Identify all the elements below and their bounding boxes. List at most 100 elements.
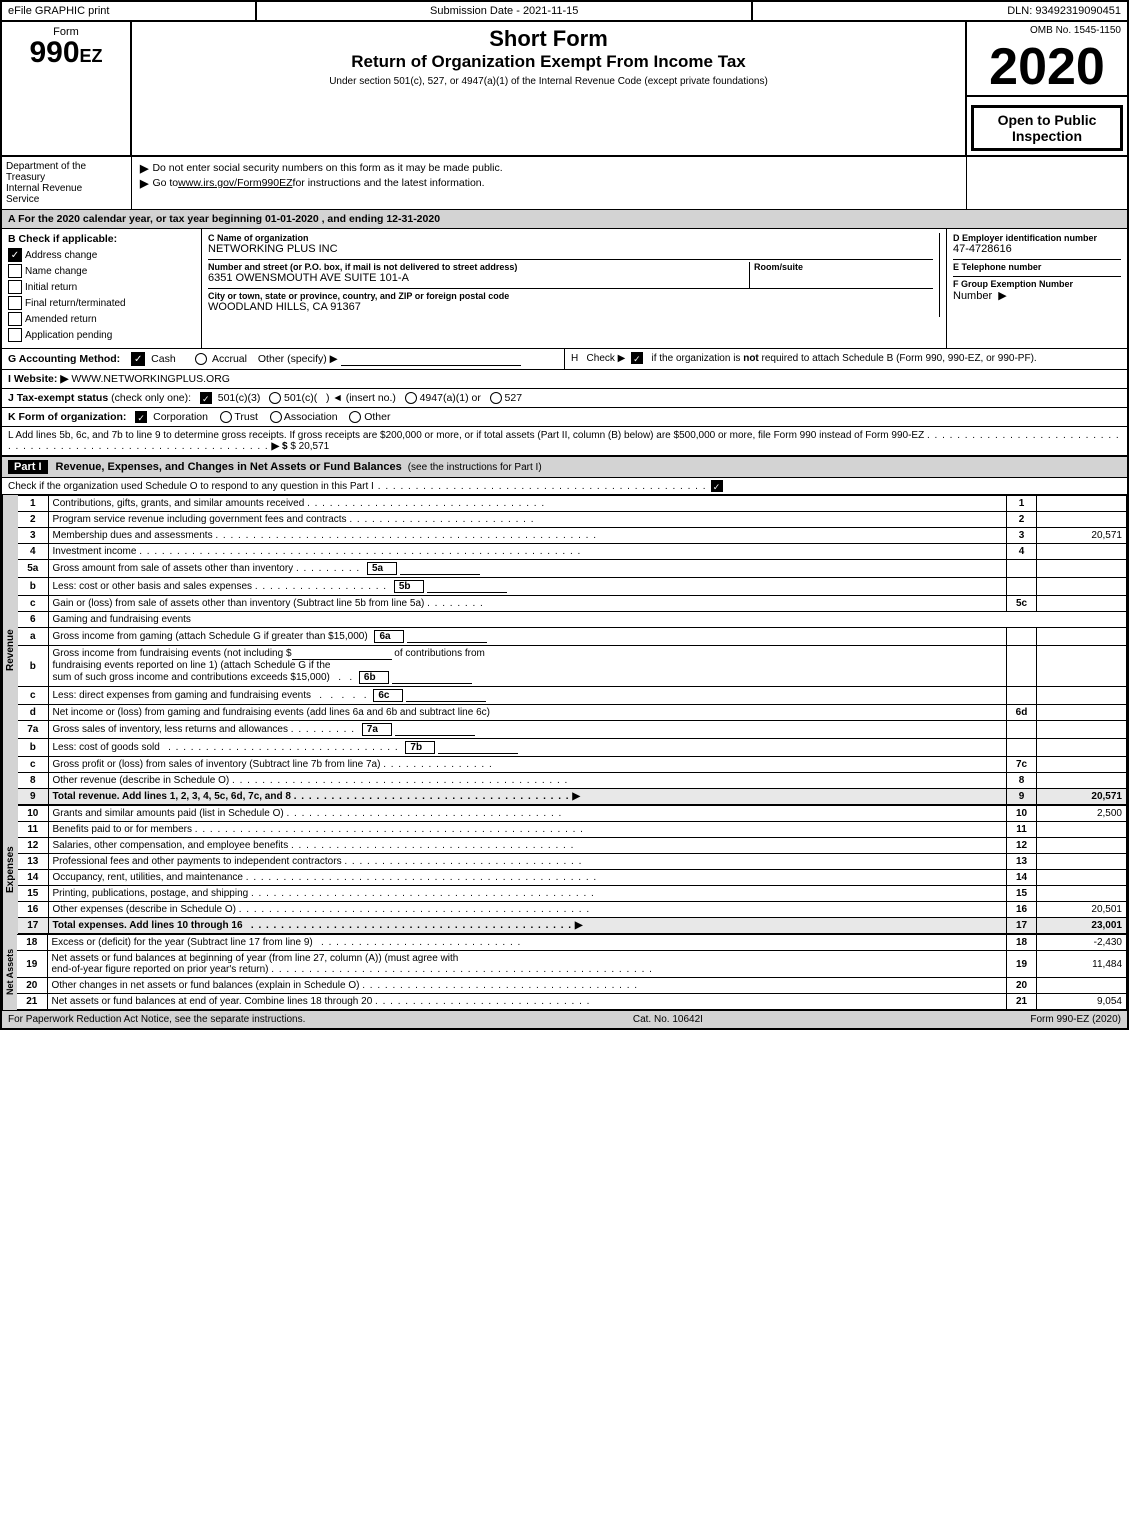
line-right-17: 17 <box>1007 918 1037 934</box>
accrual-radio[interactable] <box>195 353 207 365</box>
line-right-6a <box>1007 628 1037 646</box>
section-l-text: L Add lines 5b, 6c, and 7b to line 9 to … <box>8 430 924 441</box>
top-bar: eFile GRAPHIC print Submission Date - 20… <box>2 2 1127 22</box>
line-num-6b: b <box>18 646 48 687</box>
name-change-checkbox[interactable] <box>8 264 22 278</box>
line-value-6c <box>1037 687 1127 705</box>
k-corp-checkbox[interactable]: ✓ <box>135 411 147 423</box>
table-row: 14 Occupancy, rent, utilities, and maint… <box>18 870 1127 886</box>
footer-center: Cat. No. 10642I <box>633 1014 703 1025</box>
line-value-7b <box>1037 739 1127 757</box>
address-change-checkbox[interactable]: ✓ <box>8 248 22 262</box>
net-assets-section: Net Assets 18 Excess or (deficit) for th… <box>2 934 1127 1010</box>
cb-initial-return[interactable]: Initial return <box>8 280 195 294</box>
line-num-20: 20 <box>17 978 47 994</box>
line-desc-6: Gaming and fundraising events <box>48 612 1127 628</box>
line-num-1: 1 <box>18 496 48 512</box>
amended-return-checkbox[interactable] <box>8 312 22 326</box>
group-label: F Group Exemption Number <box>953 279 1121 289</box>
line-value-10: 2,500 <box>1037 806 1127 822</box>
line-right-16: 16 <box>1007 902 1037 918</box>
section-g-content: G Accounting Method: ✓ Cash Accrual Othe… <box>2 349 565 369</box>
tel-label: E Telephone number <box>953 262 1121 272</box>
table-row: 10 Grants and similar amounts paid (list… <box>18 806 1127 822</box>
line-desc-12: Salaries, other compensation, and employ… <box>48 838 1007 854</box>
line-num-5b: b <box>18 578 48 596</box>
section-k-row: K Form of organization: ✓ Corporation Tr… <box>2 408 1127 427</box>
footer-right: Form 990-EZ (2020) <box>1030 1014 1121 1025</box>
cash-label: Cash <box>151 353 176 365</box>
table-row: a Gross income from gaming (attach Sched… <box>18 628 1127 646</box>
cb-name-change[interactable]: Name change <box>8 264 195 278</box>
line-value-16: 20,501 <box>1037 902 1127 918</box>
line-num-21: 21 <box>17 994 47 1010</box>
instr-row-1: ▶ Do not enter social security numbers o… <box>140 162 958 175</box>
open-inspection-text: Open to Public Inspection <box>971 105 1123 151</box>
table-row: 16 Other expenses (describe in Schedule … <box>18 902 1127 918</box>
section-j-row: J Tax-exempt status (check only one): ✓ … <box>2 389 1127 408</box>
line-value-11 <box>1037 822 1127 838</box>
line-num-7c: c <box>18 757 48 773</box>
section-bc: B Check if applicable: ✓ Address change … <box>2 229 1127 349</box>
final-return-label: Final return/terminated <box>25 298 126 309</box>
line-value-7c <box>1037 757 1127 773</box>
table-row: b Gross income from fundraising events (… <box>18 646 1127 687</box>
table-row: b Less: cost of goods sold . . . . . . .… <box>18 739 1127 757</box>
k-assoc-radio[interactable] <box>270 411 282 423</box>
line-right-9: 9 <box>1007 789 1037 805</box>
section-b: B Check if applicable: ✓ Address change … <box>2 229 202 348</box>
j-4947-radio[interactable] <box>405 392 417 404</box>
line-value-17: 23,001 <box>1037 918 1127 934</box>
application-pending-checkbox[interactable] <box>8 328 22 342</box>
table-row: 20 Other changes in net assets or fund b… <box>17 978 1127 994</box>
tax-year-row: A For the 2020 calendar year, or tax yea… <box>2 210 1127 229</box>
section-k-text: K Form of organization: ✓ Corporation Tr… <box>8 411 390 423</box>
j-527-radio[interactable] <box>490 392 502 404</box>
initial-return-checkbox[interactable] <box>8 280 22 294</box>
table-row: b Less: cost or other basis and sales ex… <box>18 578 1127 596</box>
table-row: 21 Net assets or fund balances at end of… <box>17 994 1127 1010</box>
line-desc-17: Total expenses. Add lines 10 through 16 … <box>48 918 1007 934</box>
line-right-21: 21 <box>1007 994 1037 1010</box>
line-right-20: 20 <box>1007 978 1037 994</box>
line-num-15: 15 <box>18 886 48 902</box>
footer: For Paperwork Reduction Act Notice, see … <box>2 1010 1127 1028</box>
part1-check-dots: . . . . . . . . . . . . . . . . . . . . … <box>378 481 707 492</box>
section-g-cash-item[interactable]: ✓ Cash <box>131 353 178 365</box>
header-center: Short Form Return of Organization Exempt… <box>132 22 967 155</box>
cb-address-change[interactable]: ✓ Address change <box>8 248 195 262</box>
line-desc-8: Other revenue (describe in Schedule O) .… <box>48 773 1007 789</box>
k-other-radio[interactable] <box>349 411 361 423</box>
website-value: WWW.NETWORKINGPLUS.ORG <box>71 373 230 385</box>
header-subtitle: Under section 501(c), 527, or 4947(a)(1)… <box>140 76 957 87</box>
revenue-table: 1 Contributions, gifts, grants, and simi… <box>18 495 1127 805</box>
final-return-checkbox[interactable] <box>8 296 22 310</box>
j-501c-radio[interactable] <box>269 392 281 404</box>
line-desc-20: Other changes in net assets or fund bala… <box>47 978 1007 994</box>
line-right-10: 10 <box>1007 806 1037 822</box>
form-number: 990 <box>29 38 79 68</box>
line-num-17: 17 <box>18 918 48 934</box>
table-row: c Less: direct expenses from gaming and … <box>18 687 1127 705</box>
address-change-label: Address change <box>25 250 97 261</box>
k-trust-radio[interactable] <box>220 411 232 423</box>
section-g-accrual-item[interactable]: Accrual <box>195 353 250 365</box>
instr-link[interactable]: www.irs.gov/Form990EZ <box>178 177 292 189</box>
cb-application-pending[interactable]: Application pending <box>8 328 195 342</box>
box-7b: 7b <box>405 741 435 754</box>
line-right-6b <box>1007 646 1037 687</box>
cash-checkbox[interactable]: ✓ <box>131 352 145 366</box>
cb-final-return[interactable]: Final return/terminated <box>8 296 195 310</box>
box-5a: 5a <box>367 562 397 575</box>
footer-left: For Paperwork Reduction Act Notice, see … <box>8 1014 305 1025</box>
h-checkbox[interactable]: ✓ <box>631 352 643 364</box>
part1-check-checkbox[interactable]: ✓ <box>711 480 723 492</box>
part1-label: Part I <box>8 460 48 474</box>
line-right-14: 14 <box>1007 870 1037 886</box>
j-501c3-checkbox[interactable]: ✓ <box>200 392 212 404</box>
cb-amended-return[interactable]: Amended return <box>8 312 195 326</box>
value-6c <box>406 690 486 702</box>
line-num-14: 14 <box>18 870 48 886</box>
initial-return-label: Initial return <box>25 282 77 293</box>
line-right-5a <box>1007 560 1037 578</box>
